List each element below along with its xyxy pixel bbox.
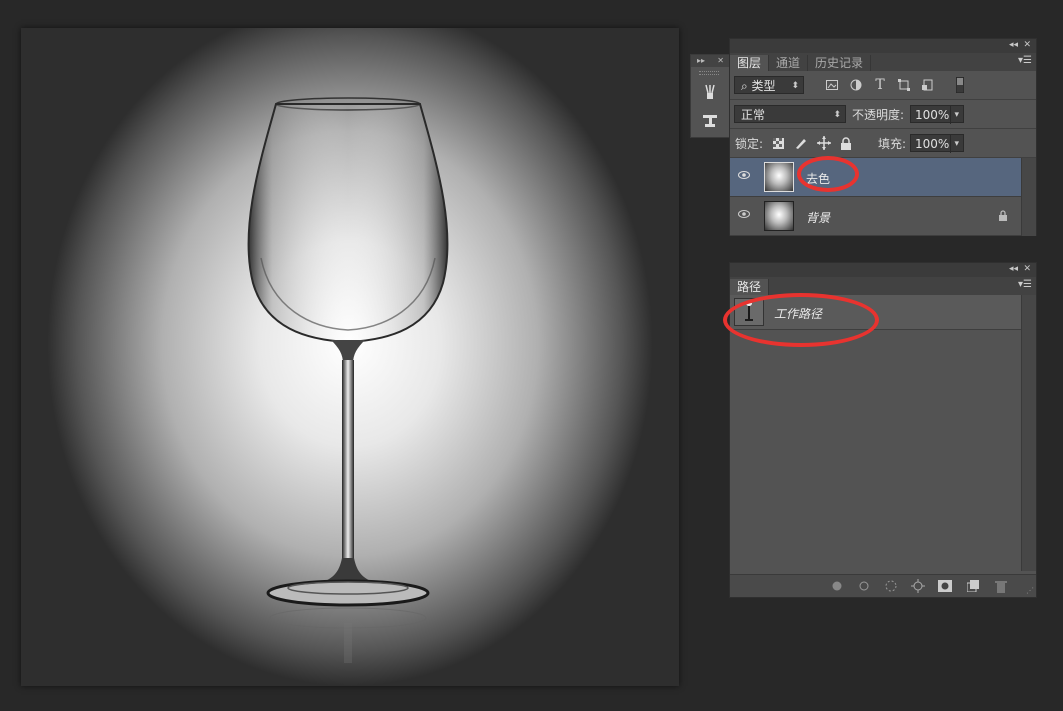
brush-preset-icon[interactable] bbox=[699, 81, 721, 103]
panel-menu-icon[interactable]: ▾☰ bbox=[1018, 55, 1032, 66]
lock-transparent-icon[interactable] bbox=[770, 135, 786, 151]
layer-list: 去色 背景 bbox=[730, 158, 1036, 236]
opacity-value: 100% bbox=[915, 108, 950, 122]
layer-name[interactable]: 背景 bbox=[806, 209, 830, 226]
chevron-down-icon[interactable]: ▾ bbox=[950, 106, 959, 124]
tab-layers[interactable]: 图层 bbox=[730, 55, 770, 71]
lock-position-icon[interactable] bbox=[816, 135, 832, 151]
document-canvas[interactable] bbox=[21, 28, 679, 686]
make-work-path-icon[interactable] bbox=[911, 579, 925, 593]
fill-label: 填充: bbox=[878, 137, 907, 151]
chevron-updown-icon: ⬍ bbox=[791, 81, 799, 91]
paths-tabs: 路径 ▾☰ bbox=[730, 277, 1036, 295]
layers-scrollbar[interactable] bbox=[1021, 158, 1036, 236]
delete-path-icon[interactable] bbox=[994, 579, 1008, 593]
paths-panel-topbar: ◂◂ ✕ bbox=[730, 263, 1036, 277]
lock-label: 锁定: bbox=[735, 137, 764, 151]
tab-paths[interactable]: 路径 bbox=[730, 279, 770, 295]
tab-history[interactable]: 历史记录 bbox=[808, 55, 872, 71]
panel-menu-icon[interactable]: ▾☰ bbox=[1018, 279, 1032, 290]
layers-panel-topbar: ◂◂ ✕ bbox=[730, 39, 1036, 53]
collapse-icon[interactable]: ◂◂ bbox=[1009, 40, 1018, 50]
layer-thumbnail bbox=[764, 162, 794, 192]
blend-row: 正常 ⬍ 不透明度: 100% ▾ bbox=[730, 100, 1036, 129]
stroke-path-icon[interactable] bbox=[857, 579, 871, 593]
layers-tabs: 图层 通道 历史记录 ▾☰ bbox=[730, 53, 1036, 71]
wine-glass-image bbox=[247, 97, 449, 663]
chevron-down-icon[interactable]: ▾ bbox=[950, 135, 959, 153]
shape-filter-icon[interactable] bbox=[896, 77, 912, 93]
close-icon[interactable]: ✕ bbox=[1023, 264, 1031, 274]
filter-toggle-icon[interactable] bbox=[952, 77, 968, 93]
opacity-input[interactable]: 100% ▾ bbox=[910, 105, 964, 124]
chevron-updown-icon: ⬍ bbox=[833, 110, 841, 120]
filter-kind-value: 类型 bbox=[751, 79, 776, 93]
fill-value: 100% bbox=[915, 137, 950, 151]
new-path-icon[interactable] bbox=[966, 579, 980, 593]
resize-grip-icon[interactable]: ⋰ bbox=[1026, 586, 1034, 595]
collapse-icon[interactable]: ◂◂ bbox=[1009, 264, 1018, 274]
layer-row[interactable]: 去色 bbox=[730, 158, 1036, 197]
lock-icon bbox=[999, 210, 1007, 221]
pixel-filter-icon[interactable] bbox=[824, 77, 840, 93]
load-selection-icon[interactable] bbox=[884, 579, 898, 593]
smart-object-filter-icon[interactable] bbox=[920, 77, 936, 93]
filter-kind-select[interactable]: ⌕ 类型 ⬍ bbox=[734, 76, 804, 94]
adjustment-filter-icon[interactable] bbox=[848, 77, 864, 93]
tab-channels[interactable]: 通道 bbox=[769, 55, 809, 71]
close-icon[interactable]: ✕ bbox=[717, 56, 724, 66]
lock-all-icon[interactable] bbox=[838, 135, 854, 151]
blend-mode-select[interactable]: 正常 ⬍ bbox=[734, 105, 846, 123]
layer-row[interactable]: 背景 bbox=[730, 197, 1036, 236]
drag-grip[interactable] bbox=[699, 71, 719, 75]
expand-icon[interactable]: ▸▸ bbox=[697, 56, 705, 66]
opacity-label: 不透明度: bbox=[852, 108, 905, 122]
filter-row: ⌕ 类型 ⬍ T bbox=[730, 71, 1036, 100]
clone-source-icon[interactable] bbox=[699, 109, 721, 131]
tool-panel-header: ▸▸ ✕ bbox=[691, 55, 729, 67]
lock-pixels-icon[interactable] bbox=[793, 135, 809, 151]
annotation-circle bbox=[723, 293, 879, 347]
add-mask-icon[interactable] bbox=[938, 579, 952, 593]
blend-mode-value: 正常 bbox=[741, 108, 766, 122]
layers-panel: ◂◂ ✕ 图层 通道 历史记录 ▾☰ ⌕ 类型 ⬍ T 正常 ⬍ 不透明度: 1… bbox=[729, 38, 1037, 236]
fill-path-icon[interactable] bbox=[830, 579, 844, 593]
collapsed-tool-panel: ▸▸ ✕ bbox=[690, 54, 730, 138]
annotation-circle bbox=[797, 156, 859, 192]
eye-icon[interactable] bbox=[738, 170, 750, 180]
search-icon: ⌕ bbox=[741, 79, 752, 93]
paths-scrollbar[interactable] bbox=[1021, 295, 1036, 571]
eye-icon[interactable] bbox=[738, 209, 750, 219]
layer-thumbnail bbox=[764, 201, 794, 231]
close-icon[interactable]: ✕ bbox=[1023, 40, 1031, 50]
paths-bottom-toolbar: ⋰ bbox=[730, 574, 1036, 597]
type-filter-icon[interactable]: T bbox=[872, 77, 888, 93]
lock-row: 锁定: 填充: 100% ▾ bbox=[730, 129, 1036, 158]
fill-input[interactable]: 100% ▾ bbox=[910, 134, 964, 153]
